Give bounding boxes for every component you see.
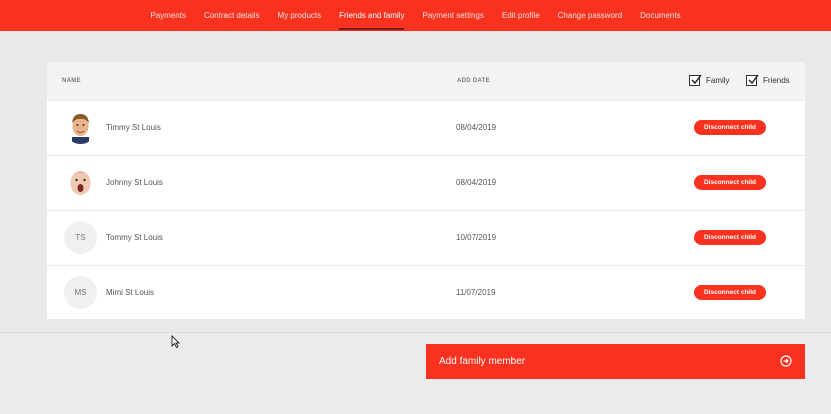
member-add-date: 11/07/2019 xyxy=(456,288,496,297)
nav-item-edit-profile[interactable]: Edit profile xyxy=(493,0,549,31)
disconnect-child-button[interactable]: Disconnect child xyxy=(694,285,766,300)
nav-item-contract-details[interactable]: Contract details xyxy=(195,0,269,31)
disconnect-child-button[interactable]: Disconnect child xyxy=(694,230,766,245)
nav-item-change-password[interactable]: Change password xyxy=(549,0,631,31)
checkbox-checked-icon xyxy=(746,74,759,86)
table-row: Timmy St Louis 08/04/2019 Disconnect chi… xyxy=(47,100,805,154)
avatar xyxy=(64,166,97,199)
member-name: Timmy St Louis xyxy=(106,123,161,132)
filter-friends-checkbox[interactable]: Friends xyxy=(746,74,790,86)
table-row: Johnny St Louis 08/04/2019 Disconnect ch… xyxy=(47,155,805,209)
filter-friends-label: Friends xyxy=(763,76,790,85)
nav-item-friends-and-family[interactable]: Friends and family xyxy=(330,0,413,31)
family-table: NAME ADD DATE Family Friends Timmy St Lo… xyxy=(47,62,805,319)
filter-family-label: Family xyxy=(706,76,730,85)
filter-family-checkbox[interactable]: Family xyxy=(689,74,730,86)
member-add-date: 10/07/2019 xyxy=(456,233,497,242)
arrow-circle-right-icon xyxy=(780,355,792,367)
disconnect-child-button[interactable]: Disconnect child xyxy=(694,175,766,190)
top-navigation: Payments Contract details My products Fr… xyxy=(0,0,831,31)
table-row: MS Mimi St Louis 11/07/2019 Disconnect c… xyxy=(47,265,805,319)
avatar-initials: MS xyxy=(64,276,97,309)
nav-item-my-products[interactable]: My products xyxy=(269,0,331,31)
add-family-member-button[interactable]: Add family member xyxy=(426,344,805,379)
checkbox-checked-icon xyxy=(689,74,702,86)
nav-item-payment-settings[interactable]: Payment settings xyxy=(413,0,492,31)
add-family-member-label: Add family member xyxy=(439,356,526,367)
member-add-date: 08/04/2019 xyxy=(456,123,497,132)
column-header-name: NAME xyxy=(62,78,81,84)
table-row: TS Tommy St Louis 10/07/2019 Disconnect … xyxy=(47,210,805,264)
column-header-add-date: ADD DATE xyxy=(457,78,490,84)
member-name: Mimi St Louis xyxy=(106,288,155,297)
table-header: NAME ADD DATE Family Friends xyxy=(47,62,805,100)
disconnect-child-button[interactable]: Disconnect child xyxy=(694,120,766,135)
nav-item-documents[interactable]: Documents xyxy=(631,0,689,31)
nav-item-payments[interactable]: Payments xyxy=(141,0,195,31)
mouse-cursor-icon xyxy=(171,334,181,349)
member-add-date: 08/04/2019 xyxy=(456,178,497,187)
avatar-initials: TS xyxy=(64,221,97,254)
member-name: Johnny St Louis xyxy=(106,178,163,187)
avatar xyxy=(64,111,97,144)
member-name: Tommy St Louis xyxy=(106,233,163,242)
